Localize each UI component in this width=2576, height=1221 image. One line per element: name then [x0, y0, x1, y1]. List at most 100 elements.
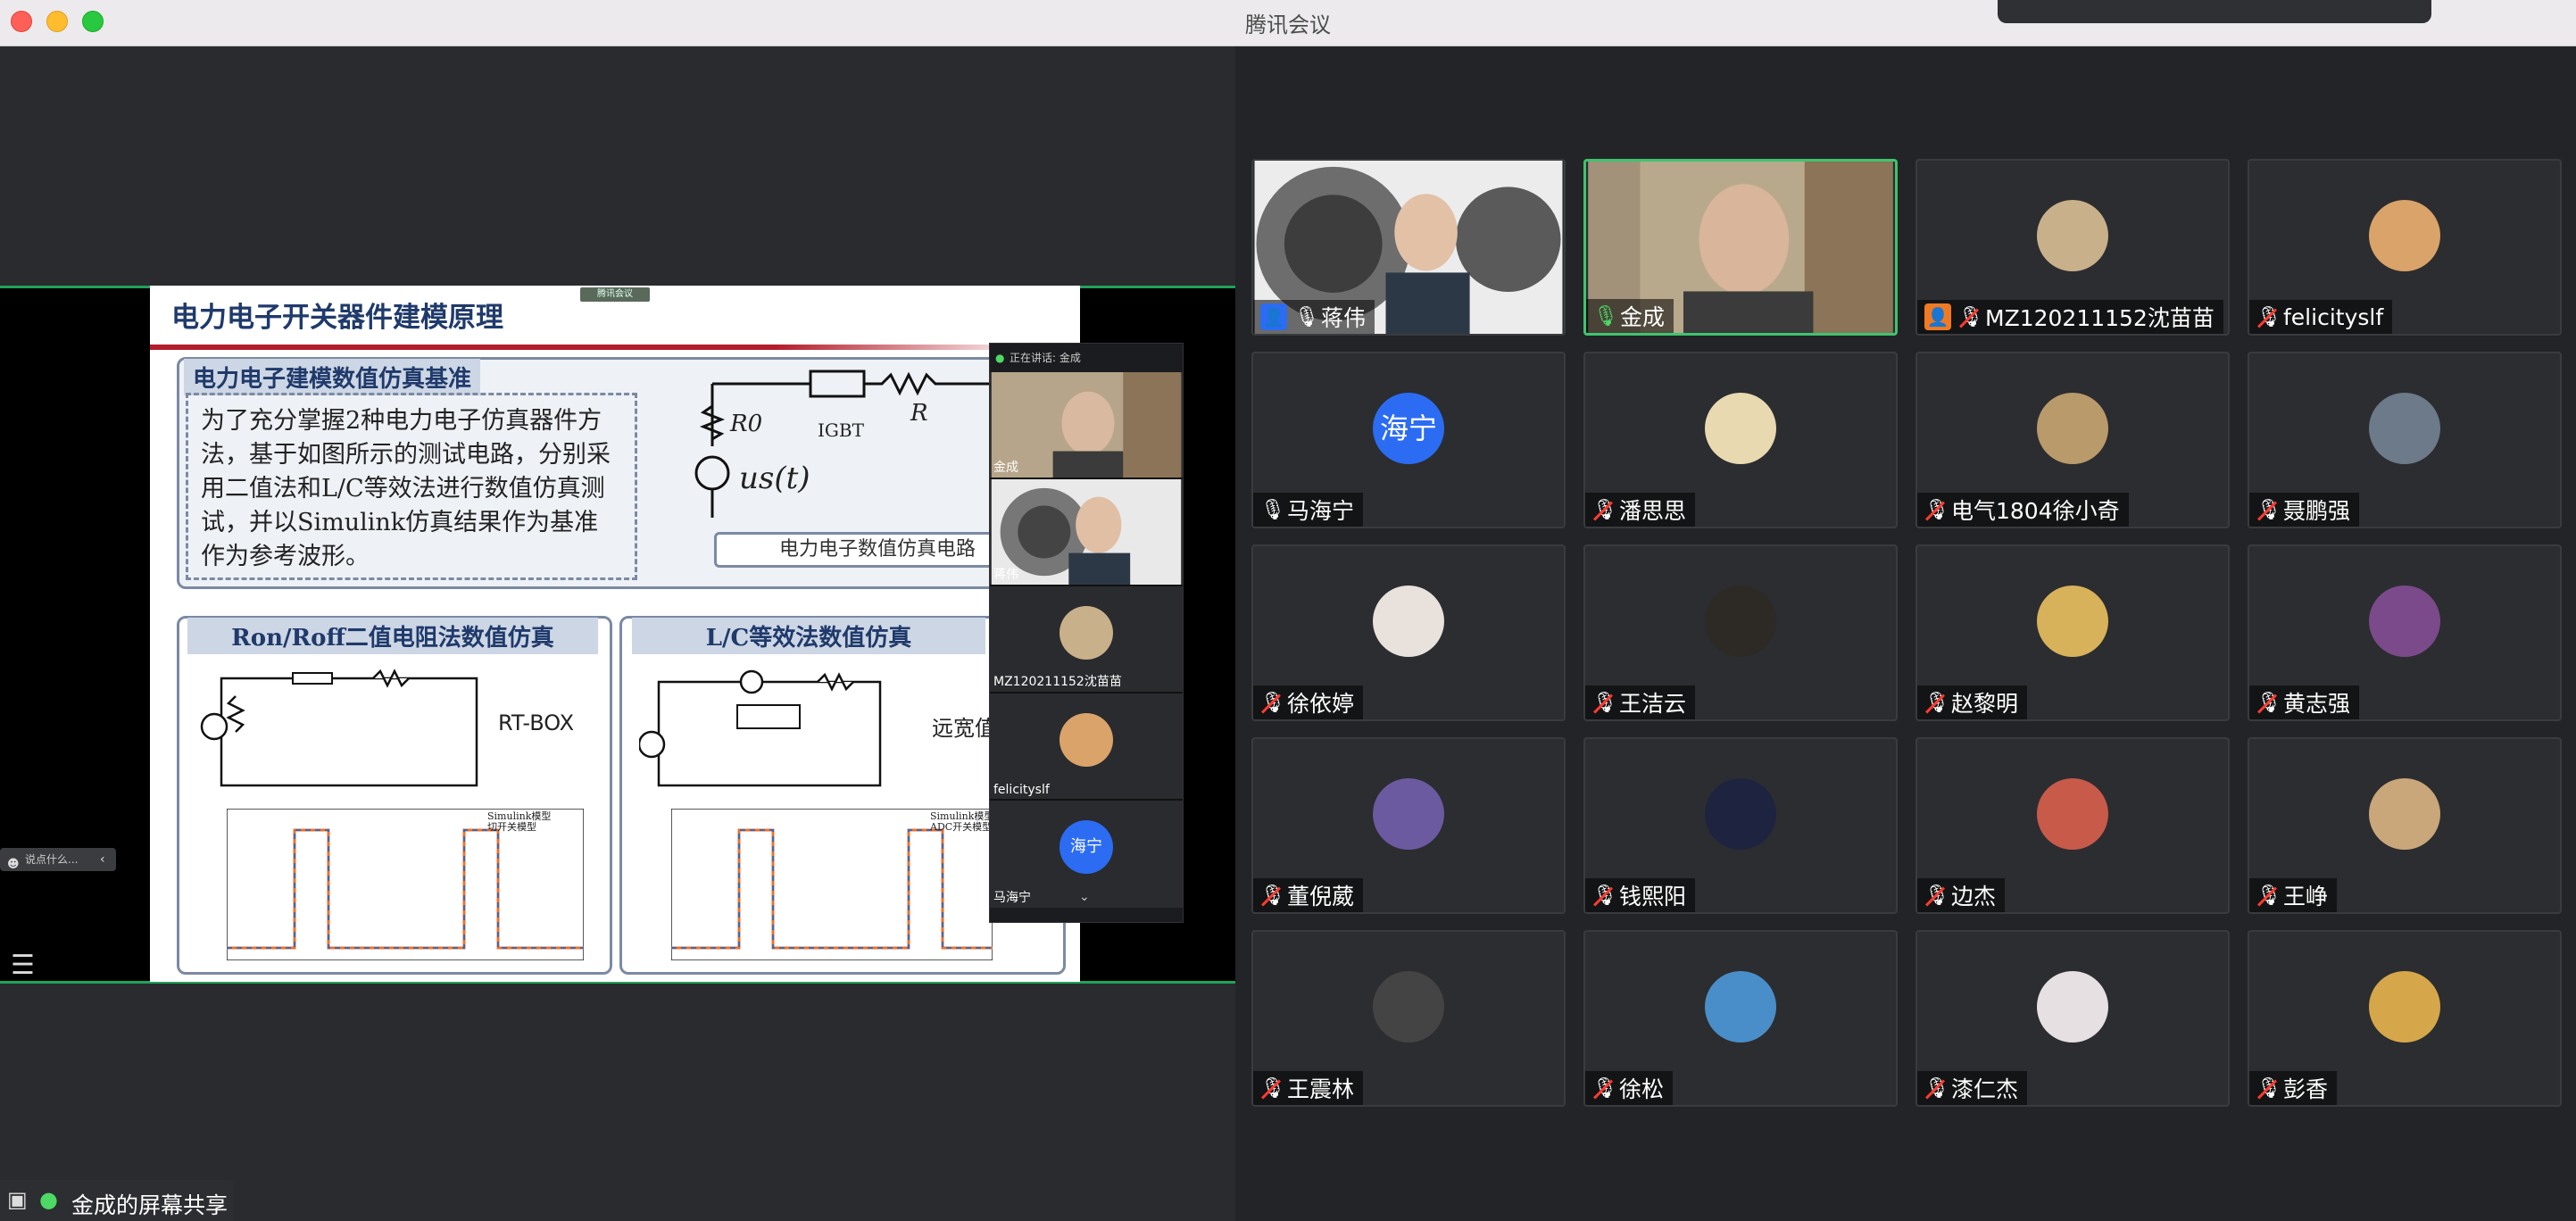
mic-muted-icon: 🎙 — [1592, 884, 1617, 907]
mic-muted-icon: 🎙 — [1592, 691, 1617, 714]
participant-tile[interactable]: 🎙 王震林 — [1251, 930, 1566, 1107]
participant-label: 🎙 王震林 — [1253, 1071, 1364, 1105]
participant-label: 🎙 钱熙阳 — [1585, 878, 1696, 912]
participant-tile[interactable]: 🎙 felicityslf — [2248, 159, 2562, 336]
avatar — [1373, 586, 1444, 657]
mic-muted-icon: 🎙 — [1260, 1076, 1285, 1100]
screen-share-label: 金成的屏幕共享 — [71, 1192, 229, 1218]
floating-video-panel[interactable]: ● 正在讲话: 金成 金成 蒋伟 MZ120211152沈苗苗 felicity… — [989, 343, 1184, 923]
participant-label: 🎙 徐松 — [1585, 1071, 1674, 1105]
mic-muted-icon: 🎙 — [2256, 691, 2281, 714]
mic-muted-icon: 🎙 — [1924, 884, 1949, 907]
chevron-down-icon[interactable]: ⌄ — [1079, 890, 1090, 904]
float-tile-name: felicityslf — [993, 783, 1050, 797]
mic-muted-icon: 🎙 — [2256, 1076, 2281, 1100]
speaking-indicator: ● 正在讲话: 金成 — [990, 344, 1183, 372]
participant-label: 🎙 漆仁杰 — [1917, 1071, 2028, 1105]
avatar — [2369, 586, 2440, 657]
avatar — [1373, 971, 1444, 1042]
participant-tile[interactable]: 🎙 彭香 — [2248, 930, 2562, 1107]
participant-tile[interactable]: 🎙 漆仁杰 — [1915, 930, 2230, 1107]
share-badge: 腾讯会议 — [580, 287, 650, 302]
avatar — [2369, 200, 2440, 271]
list-icon[interactable]: ☰ — [11, 950, 35, 981]
participant-name: 徐松 — [1619, 1076, 1665, 1102]
float-tile[interactable]: felicityslf — [990, 694, 1183, 801]
avatar — [1705, 971, 1776, 1042]
float-tile[interactable]: 金成 — [990, 372, 1183, 479]
participant-tile[interactable]: 🎙 王洁云 — [1583, 544, 1898, 721]
participant-name: 彭香 — [2283, 1076, 2329, 1102]
participant-tile[interactable]: 🎙 聂鹏强 — [2248, 352, 2562, 528]
participant-label: 🎙 王峥 — [2249, 878, 2338, 912]
circuit-label-igbt: IGBT — [818, 419, 864, 441]
participant-tile[interactable]: 👤 🎙 蒋伟 — [1251, 159, 1566, 336]
participant-tile[interactable]: 🎙 徐依婷 — [1251, 544, 1566, 721]
participant-label: 🎙 彭香 — [2249, 1071, 2338, 1105]
section-2-circuit — [200, 669, 478, 787]
participant-label: 🎙 电气1804徐小奇 — [1917, 493, 2129, 527]
mini-chat-input[interactable]: ☻ 说点什么... ‹ — [0, 848, 116, 871]
participant-tile[interactable]: 🎙 黄志强 — [2248, 544, 2562, 721]
video-feed — [991, 372, 1182, 478]
participant-label: 🎙 金成 — [1586, 299, 1674, 333]
participant-tile[interactable]: 🎙 王峥 — [2248, 737, 2562, 914]
user-icon: 👤 — [1924, 303, 1951, 330]
mic-muted-icon: 🎙 — [1592, 498, 1617, 521]
participant-label: 🎙 黄志强 — [2249, 685, 2360, 719]
circuit-label-source: us(t) — [739, 461, 810, 496]
avatar — [1705, 586, 1776, 657]
participant-label: 👤 🎙 MZ120211152沈苗苗 — [1917, 300, 2223, 334]
mic-muted-icon: 🎙 — [1924, 691, 1949, 714]
participant-tile[interactable]: 🎙 金成 — [1583, 159, 1898, 336]
participant-name: MZ120211152沈苗苗 — [1985, 305, 2215, 331]
participant-tile[interactable]: 🎙 徐松 — [1583, 930, 1898, 1107]
float-tile[interactable]: 海宁 马海宁 ⌄ — [990, 801, 1183, 908]
participant-name: 王峥 — [2283, 884, 2329, 910]
participant-tile[interactable]: 🎙 钱熙阳 — [1583, 737, 1898, 914]
user-icon: 👤 — [1260, 303, 1287, 330]
float-tile-name: 金成 — [993, 461, 1018, 475]
shared-slide: 电力电子开关器件建模原理 电力电子建模数值仿真基准 为了充分掌握2种电力电子仿真… — [150, 286, 1080, 982]
participant-name: 赵黎明 — [1951, 691, 2019, 717]
participant-tile[interactable]: 🎙 电气1804徐小奇 — [1915, 352, 2230, 528]
mic-muted-icon: 🎙 — [1260, 691, 1285, 714]
avatar — [2369, 393, 2440, 464]
avatar — [2037, 778, 2108, 850]
avatar — [2037, 971, 2108, 1042]
participant-name: 蒋伟 — [1321, 305, 1367, 331]
chevron-left-icon[interactable]: ‹ — [100, 848, 105, 871]
video-feed — [991, 479, 1182, 585]
participant-name: 钱熙阳 — [1619, 884, 1687, 910]
participant-label: 🎙 边杰 — [1917, 878, 2006, 912]
avatar — [1705, 393, 1776, 464]
participant-name: 漆仁杰 — [1951, 1076, 2019, 1102]
float-tile[interactable]: 蒋伟 — [990, 479, 1183, 586]
participant-label: 🎙 潘思思 — [1585, 493, 1696, 527]
mic-muted-icon: 🎙 — [1958, 305, 1983, 328]
mic-icon: ● — [995, 352, 1005, 364]
participant-tile[interactable]: 海宁 🎙 马海宁 — [1251, 352, 1566, 528]
section-3-legend-2: ADC开关模型 — [930, 821, 993, 833]
participant-tile[interactable]: 🎙 潘思思 — [1583, 352, 1898, 528]
participant-name: 徐依婷 — [1287, 691, 1355, 717]
participant-tile[interactable]: 🎙 赵黎明 — [1915, 544, 2230, 721]
mic-muted-icon: 🎙 — [1924, 498, 1949, 521]
participant-tile[interactable]: 🎙 董倪葳 — [1251, 737, 1566, 914]
avatar: 海宁 — [1373, 393, 1444, 464]
participant-name: 马海宁 — [1287, 498, 1355, 524]
screen-share-status[interactable]: ▣ ● 金成的屏幕共享 — [0, 1180, 234, 1221]
rtbox-label: RT-BOX — [498, 710, 575, 735]
mic-icon: 🎙 — [1593, 304, 1618, 328]
slide-title: 电力电子开关器件建模原理 — [171, 302, 503, 334]
mic-muted-icon: 🎙 — [1260, 884, 1285, 907]
float-tile[interactable]: MZ120211152沈苗苗 — [990, 586, 1183, 694]
emoji-icon: ☻ — [7, 858, 20, 871]
mic-icon: ● — [39, 1187, 58, 1212]
participant-tile[interactable]: 🎙 边杰 — [1915, 737, 2230, 914]
participant-name: 王洁云 — [1619, 691, 1687, 717]
participant-name: 潘思思 — [1619, 498, 1687, 524]
section-3-circuit — [639, 669, 882, 787]
participant-tile[interactable]: 👤 🎙 MZ120211152沈苗苗 — [1915, 159, 2230, 336]
mic-icon: 🎙 — [1260, 498, 1285, 521]
